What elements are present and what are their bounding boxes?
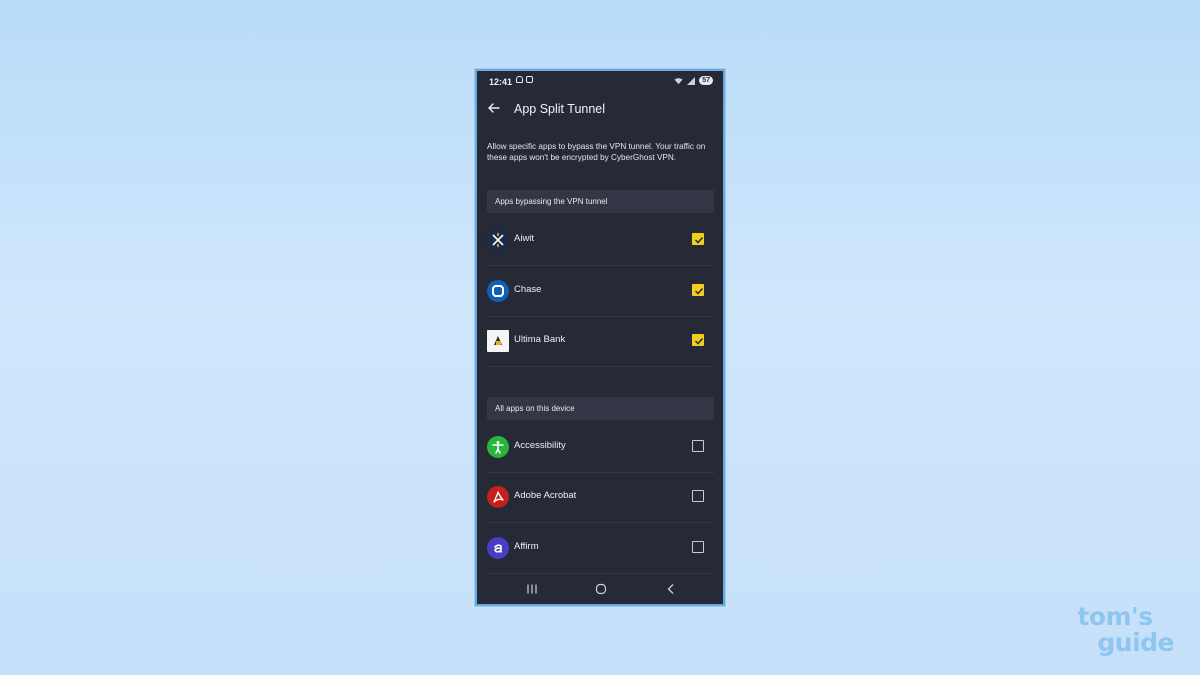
adobe-acrobat-app-icon <box>487 486 509 508</box>
app-bar: App Split Tunnel <box>477 93 723 125</box>
app-name: Affirm <box>514 541 539 552</box>
app-name: Aiwit <box>514 233 535 244</box>
section-header-bypassing: Apps bypassing the VPN tunnel <box>487 190 714 213</box>
section-header-all-apps: All apps on this device <box>487 397 714 420</box>
chase-app-icon <box>487 280 509 302</box>
page-title: App Split Tunnel <box>514 102 606 116</box>
app-row-accessibility[interactable]: Accessibility <box>487 422 714 473</box>
app-checkbox-chase[interactable] <box>692 284 704 296</box>
toms-guide-logo: tom's guide <box>1077 604 1174 656</box>
home-icon[interactable] <box>595 583 607 595</box>
aiwit-app-icon <box>487 229 509 251</box>
back-arrow-icon[interactable] <box>486 100 502 116</box>
recents-icon[interactable] <box>526 583 538 595</box>
app-name: Adobe Acrobat <box>514 490 577 501</box>
logo-line-2: guide <box>1097 628 1174 657</box>
app-row-aiwit[interactable]: Aiwit <box>487 215 714 266</box>
app-row-ultima-bank[interactable]: Ultima Bank <box>487 316 714 367</box>
instagram-notification-icon <box>526 76 533 83</box>
battery-level: 57 <box>699 76 713 85</box>
accessibility-app-icon <box>487 436 509 458</box>
nav-back-icon[interactable] <box>665 583 677 595</box>
app-checkbox-adobe-acrobat[interactable] <box>692 490 704 502</box>
status-time: 12:41 <box>489 77 513 87</box>
logo-line-1: tom's <box>1077 602 1153 631</box>
app-name: Accessibility <box>514 440 566 451</box>
app-checkbox-aiwit[interactable] <box>692 233 704 245</box>
app-checkbox-affirm[interactable] <box>692 541 704 553</box>
description-text: Allow specific apps to bypass the VPN tu… <box>487 142 706 162</box>
signal-icon <box>687 76 696 85</box>
app-row-chase[interactable]: Chase <box>487 266 714 317</box>
lock-notification-icon <box>516 76 523 83</box>
system-icons: 57 <box>674 76 713 85</box>
status-bar: 12:41 57 <box>477 71 723 93</box>
app-name: Chase <box>514 284 542 295</box>
app-row-adobe-acrobat[interactable]: Adobe Acrobat <box>487 472 714 523</box>
app-row-affirm[interactable]: Affirm <box>487 523 714 574</box>
notification-icons <box>516 76 533 83</box>
affirm-app-icon <box>487 537 509 559</box>
app-checkbox-accessibility[interactable] <box>692 440 704 452</box>
phone-screen: 12:41 57 App Split Tunnel Allow specific… <box>475 69 725 606</box>
app-name: Ultima Bank <box>514 334 566 345</box>
ultima-bank-app-icon <box>487 330 509 352</box>
android-nav-bar <box>477 574 723 604</box>
wifi-icon <box>674 77 683 84</box>
app-checkbox-ultima-bank[interactable] <box>692 334 704 346</box>
